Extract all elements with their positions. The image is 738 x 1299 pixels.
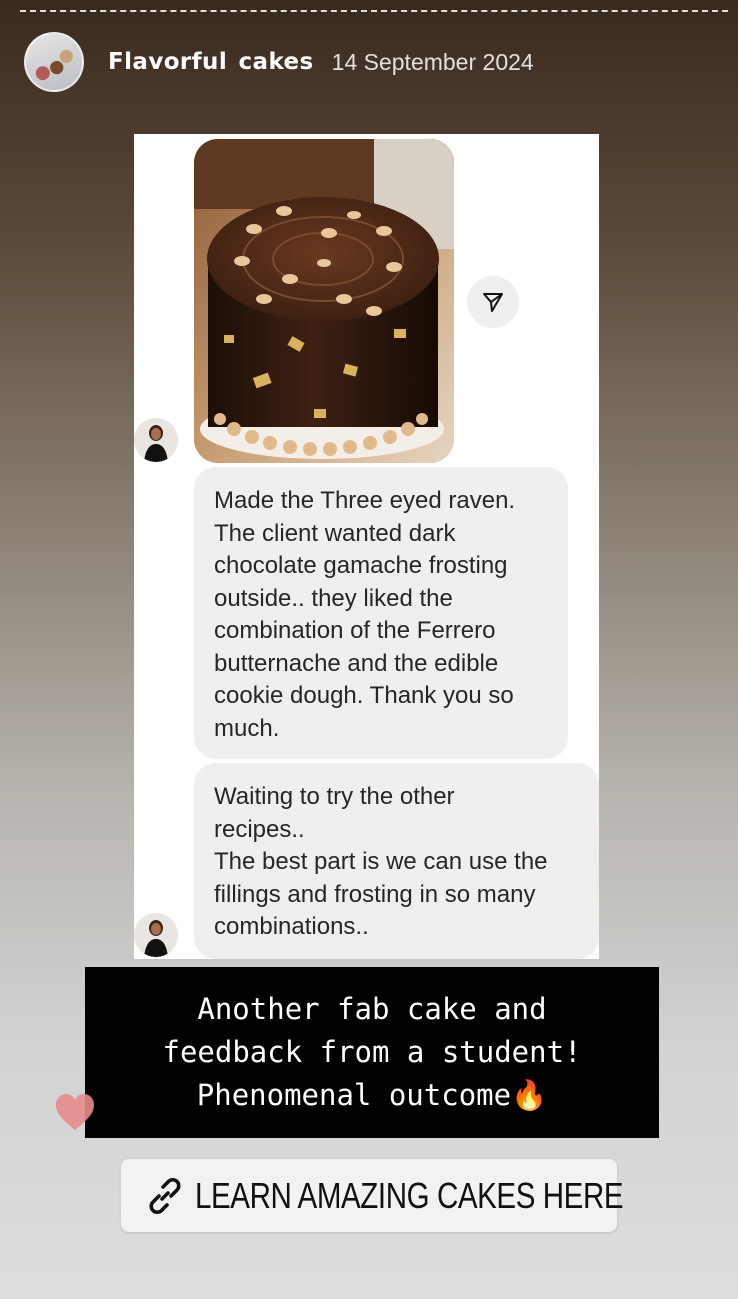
account-name[interactable]: Flavorful cakes: [108, 49, 314, 75]
account-avatar[interactable]: [24, 32, 84, 92]
message-bubble-2: Waiting to try the other recipes.. The b…: [194, 763, 599, 959]
cake-photo: [194, 139, 454, 463]
caption-text: Another fab cake and feedback from a stu…: [162, 992, 582, 1112]
post-date: 14 September 2024: [331, 48, 534, 75]
chat-screenshot: Made the Three eyed raven. The client wa…: [134, 134, 599, 959]
message-bubble-1: Made the Three eyed raven. The client wa…: [194, 467, 568, 759]
story-header: Flavorful cakes 14 September 2024: [24, 31, 534, 93]
sender-avatar[interactable]: [134, 913, 178, 957]
link-label: LEARN AMAZING CAKES HERE: [195, 1174, 624, 1216]
link-sticker[interactable]: LEARN AMAZING CAKES HERE: [121, 1159, 624, 1232]
sender-avatar[interactable]: [134, 418, 178, 462]
story-caption: Another fab cake and feedback from a stu…: [85, 967, 659, 1138]
heart-icon[interactable]: [54, 1092, 96, 1132]
send-icon: [483, 293, 503, 312]
story-progress-bar: [20, 10, 728, 12]
share-button[interactable]: [467, 276, 519, 328]
link-icon: [149, 1177, 181, 1214]
